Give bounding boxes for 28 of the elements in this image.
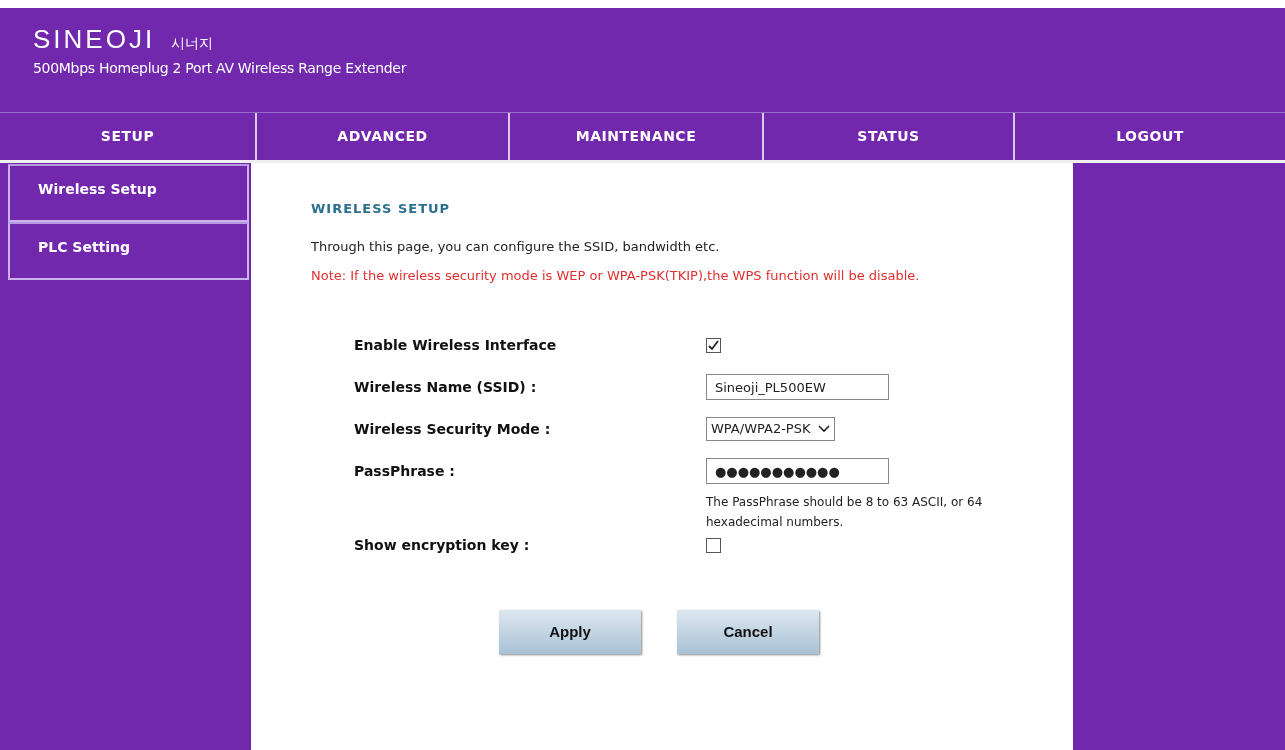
field-label: Wireless Name (SSID) :: [354, 377, 538, 397]
action-button[interactable]: Cancel: [677, 610, 819, 654]
intro-text: Through this page, you can configure the SSID, bandwidth etc.: [311, 237, 721, 256]
field-label: PassPhrase :: [354, 461, 456, 481]
nav-tab[interactable]: MAINTENANCE: [508, 113, 762, 160]
checkbox[interactable]: [706, 537, 721, 553]
field-label: Show encryption key :: [354, 535, 531, 555]
sidebar-item[interactable]: PLC Setting: [8, 222, 249, 280]
nav-tab[interactable]: SETUP: [0, 113, 255, 160]
nav-tab[interactable]: LOGOUT: [1013, 113, 1285, 160]
section-title: WIRELESS SETUP: [311, 200, 452, 218]
chevron-down-icon: [818, 425, 831, 433]
field-label: Enable Wireless Interface: [354, 335, 558, 355]
text-field[interactable]: Sineoji_PL500EW: [706, 374, 889, 400]
dropdown[interactable]: WPA/WPA2-PSK: [706, 417, 836, 441]
text-field[interactable]: ●●●●●●●●●●●: [706, 458, 889, 484]
nav-tab[interactable]: ADVANCED: [255, 113, 508, 160]
hint-text: The PassPhrase should be 8 to 63 ASCII, or 64 hexadecimal numbers.: [706, 494, 984, 531]
action-button[interactable]: Apply: [499, 610, 641, 654]
check-icon: [708, 339, 719, 351]
brand-logo: SINEOJI: [33, 26, 156, 52]
product-subtitle: 500Mbps Homeplug 2 Port AV Wireless Range Extender: [33, 59, 408, 78]
checkbox[interactable]: [706, 337, 721, 353]
nav-tab[interactable]: STATUS: [762, 113, 1013, 160]
brand-korean: 시너지: [171, 36, 214, 50]
note-text: Note: If the wireless security mode is WEP or WPA-PSK(TKIP),the WPS function will be disable.: [311, 267, 921, 285]
field-label: Wireless Security Mode :: [354, 419, 552, 439]
sidebar-item[interactable]: Wireless Setup: [8, 164, 249, 222]
